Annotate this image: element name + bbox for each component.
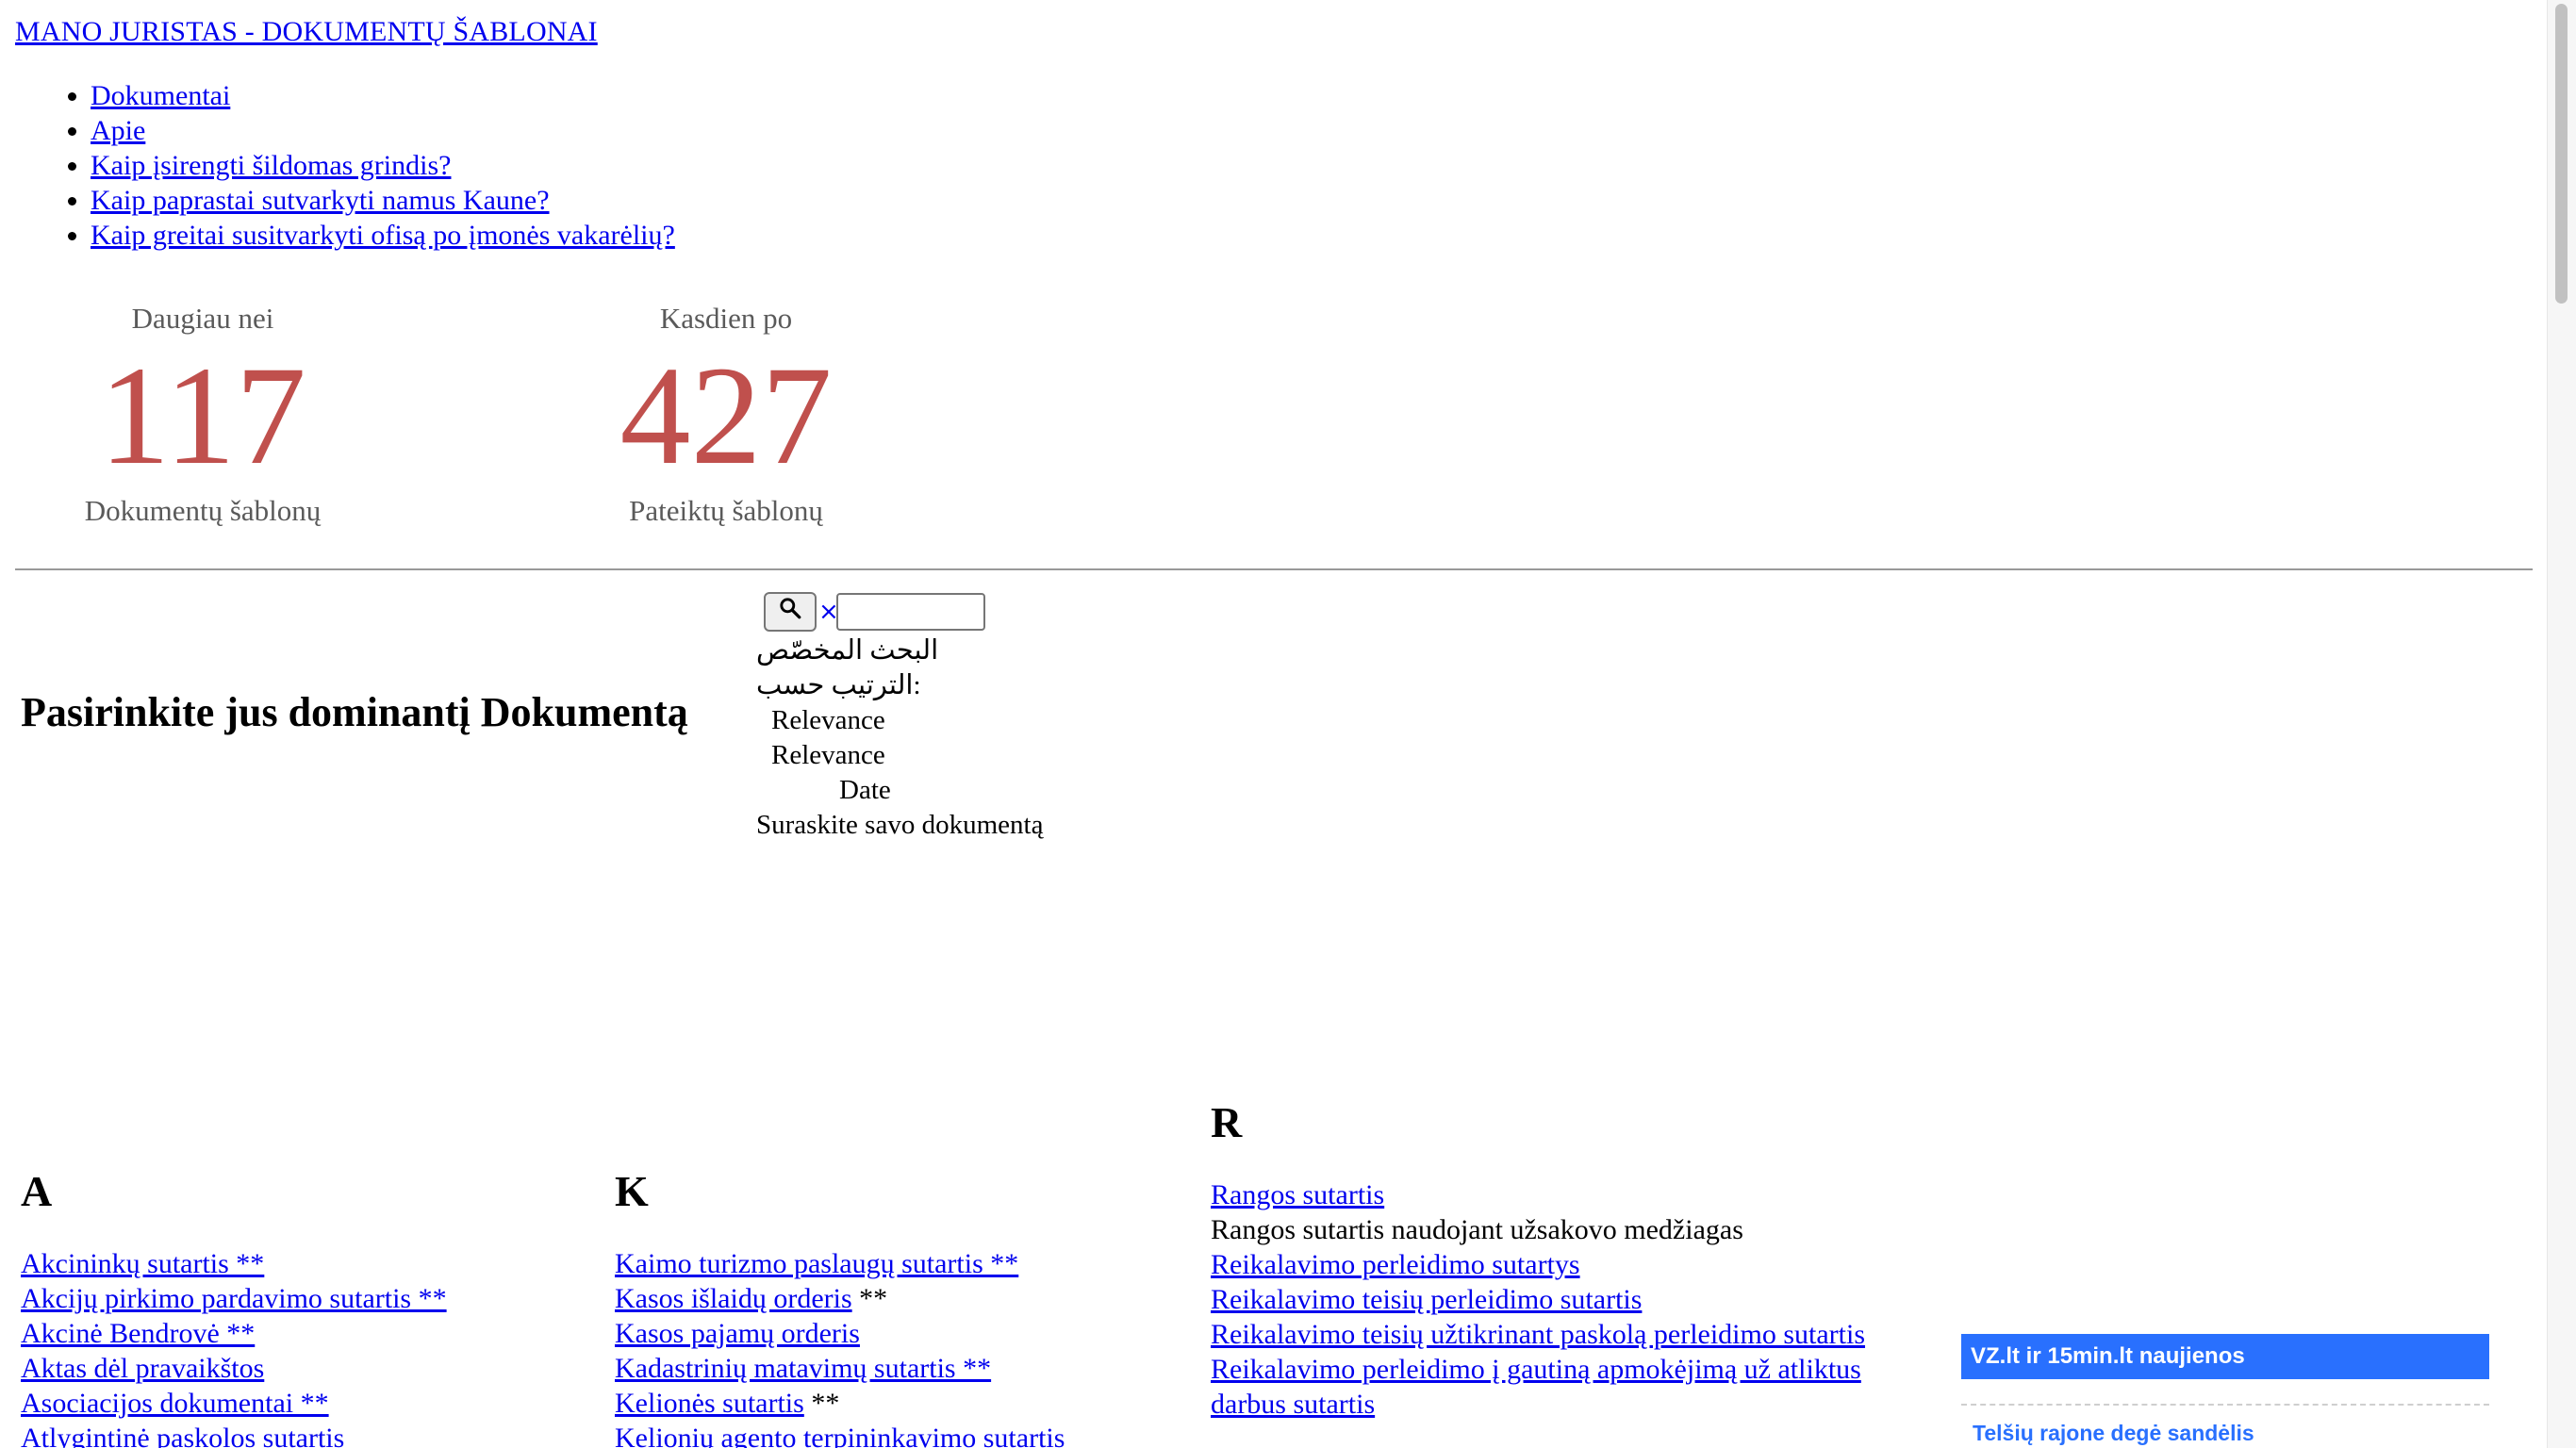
document-link[interactable]: Kasos išlaidų orderis [615, 1283, 852, 1314]
document-suffix: ** [803, 1388, 840, 1419]
list-item: Kelionių agento terpininkavimo sutartis [615, 1421, 1199, 1448]
search-icon [778, 596, 802, 628]
nav-item: Apie [91, 113, 675, 148]
document-link[interactable]: Reikalavimo perleidimo į gautiną apmokėj… [1211, 1354, 1861, 1420]
sort-by-label: الترتيب حسب: [756, 670, 921, 700]
document-link[interactable]: Kelionių agento terpininkavimo sutartis [615, 1423, 1065, 1448]
document-link[interactable]: Reikalavimo teisių perleidimo sutartis [1211, 1284, 1642, 1315]
news-header: VZ.lt ir 15min.lt naujienos [1961, 1334, 2489, 1379]
scrollbar-thumb[interactable] [2555, 4, 2568, 304]
news-item-link[interactable]: Telšių rajone degė sandėlis [1961, 1419, 2489, 1447]
list-item: Kasos išlaidų orderis ** [615, 1281, 1199, 1316]
nav-item: Kaip paprastai sutvarkyti namus Kaune? [91, 183, 675, 218]
list-item: Asociacijos dokumentai ** [21, 1386, 605, 1421]
list-item: Rangos sutartis naudojant užsakovo medži… [1211, 1212, 1927, 1247]
document-link[interactable]: Kelionės sutartis [615, 1388, 804, 1419]
list-item: Akcijų pirkimo pardavimo sutartis ** [21, 1281, 605, 1316]
custom-search-label: البحث المخصّص [756, 635, 939, 666]
document-link[interactable]: Asociacijos dokumentai ** [21, 1388, 329, 1419]
nav-link-clean-home-kaunas[interactable]: Kaip paprastai sutvarkyti namus Kaune? [91, 185, 550, 216]
document-link[interactable]: Aktas dėl pravaikštos [21, 1353, 264, 1384]
site-title-link[interactable]: MANO JURISTAS - DOKUMENTŲ ŠABLONAI [15, 13, 598, 51]
news-divider [1961, 1404, 2489, 1406]
sort-option-relevance[interactable]: Relevance [771, 738, 885, 773]
stat-label-top: Daugiau nei [131, 302, 274, 335]
section-a: A Akcininkų sutartis ** Akcijų pirkimo p… [21, 1165, 605, 1448]
nav-link-clean-office[interactable]: Kaip greitai susitvarkyti ofisą po įmonė… [91, 220, 675, 251]
list-item: Kaimo turizmo paslaugų sutartis ** [615, 1246, 1199, 1281]
document-link[interactable]: Akcijų pirkimo pardavimo sutartis ** [21, 1283, 447, 1314]
document-list: Akcininkų sutartis ** Akcijų pirkimo par… [21, 1246, 605, 1448]
list-item: Reikalavimo perleidimo į gautiną apmokėj… [1211, 1352, 1927, 1422]
sort-option-date[interactable]: Date [839, 773, 891, 808]
stat-number: 117 [99, 337, 306, 494]
stat-label-top: Kasdien po [659, 302, 793, 335]
stat-templates-count: Daugiau nei 117 Dokumentų šablonų [61, 300, 344, 530]
document-link[interactable]: Rangos sutartis [1211, 1179, 1384, 1210]
list-item: Akcinė Bendrovė ** [21, 1316, 605, 1351]
list-item: Kadastrinių matavimų sutartis ** [615, 1351, 1199, 1386]
document-link[interactable]: Kaimo turizmo paslaugų sutartis ** [615, 1248, 1018, 1279]
nav-item: Kaip greitai susitvarkyti ofisą po įmonė… [91, 218, 675, 253]
stat-label-bottom: Dokumentų šablonų [84, 494, 322, 527]
page-scrollbar[interactable] [2547, 0, 2576, 1448]
list-item: Rangos sutartis [1211, 1177, 1927, 1212]
section-r: R Rangos sutartis Rangos sutartis naudoj… [1211, 1096, 1927, 1422]
section-letter: R [1211, 1098, 1243, 1146]
stat-number: 427 [619, 337, 833, 494]
section-letter: K [615, 1167, 649, 1215]
main-nav: Dokumentai Apie Kaip įsirengti šildomas … [0, 78, 675, 253]
list-item: Akcininkų sutartis ** [21, 1246, 605, 1281]
document-link[interactable]: Kasos pajamų orderis [615, 1318, 860, 1349]
list-item: Aktas dėl pravaikštos [21, 1351, 605, 1386]
nav-link-apie[interactable]: Apie [91, 115, 145, 146]
sort-option-relevance[interactable]: Relevance [771, 703, 885, 738]
list-item: Atlygintinė paskolos sutartis [21, 1421, 605, 1448]
horizontal-divider [15, 568, 2533, 570]
document-text: Rangos sutartis naudojant užsakovo medži… [1211, 1214, 1743, 1245]
document-link[interactable]: Kadastrinių matavimų sutartis ** [615, 1353, 991, 1384]
document-link[interactable]: Akcinė Bendrovė ** [21, 1318, 255, 1349]
document-list: Rangos sutartis Rangos sutartis naudojan… [1211, 1177, 1927, 1422]
section-letter: A [21, 1167, 53, 1215]
stat-label-bottom: Pateiktų šablonų [629, 494, 823, 527]
nav-link-heated-floors[interactable]: Kaip įsirengti šildomas grindis? [91, 150, 451, 181]
search-button[interactable] [764, 592, 817, 632]
list-item: Reikalavimo perleidimo sutartys [1211, 1247, 1927, 1282]
document-link[interactable]: Reikalavimo teisių užtikrinant paskolą p… [1211, 1319, 1865, 1350]
document-list: Kaimo turizmo paslaugų sutartis ** Kasos… [615, 1246, 1199, 1448]
stat-daily-templates: Kasdien po 427 Pateiktų šablonų [585, 300, 867, 530]
section-k: K Kaimo turizmo paslaugų sutartis ** Kas… [615, 1165, 1199, 1448]
list-item: Reikalavimo teisių užtikrinant paskolą p… [1211, 1317, 1927, 1352]
nav-item: Kaip įsirengti šildomas grindis? [91, 148, 675, 183]
list-item: Kelionės sutartis ** [615, 1386, 1199, 1421]
document-suffix: ** [851, 1283, 888, 1314]
document-link[interactable]: Akcininkų sutartis ** [21, 1248, 264, 1279]
search-input[interactable] [836, 593, 985, 631]
nav-link-dokumentai[interactable]: Dokumentai [91, 80, 230, 111]
nav-item: Dokumentai [91, 78, 675, 113]
news-widget: VZ.lt ir 15min.lt naujienos Telšių rajon… [1961, 1334, 2489, 1447]
list-item: Kasos pajamų orderis [615, 1316, 1199, 1351]
find-document-label: Suraskite savo dokumentą [756, 810, 1044, 840]
document-link[interactable]: Reikalavimo perleidimo sutartys [1211, 1249, 1580, 1280]
list-item: Reikalavimo teisių perleidimo sutartis [1211, 1282, 1927, 1317]
document-link[interactable]: Atlygintinė paskolos sutartis [21, 1423, 344, 1448]
page-heading: Pasirinkite jus dominantį Dokumentą [21, 689, 688, 735]
